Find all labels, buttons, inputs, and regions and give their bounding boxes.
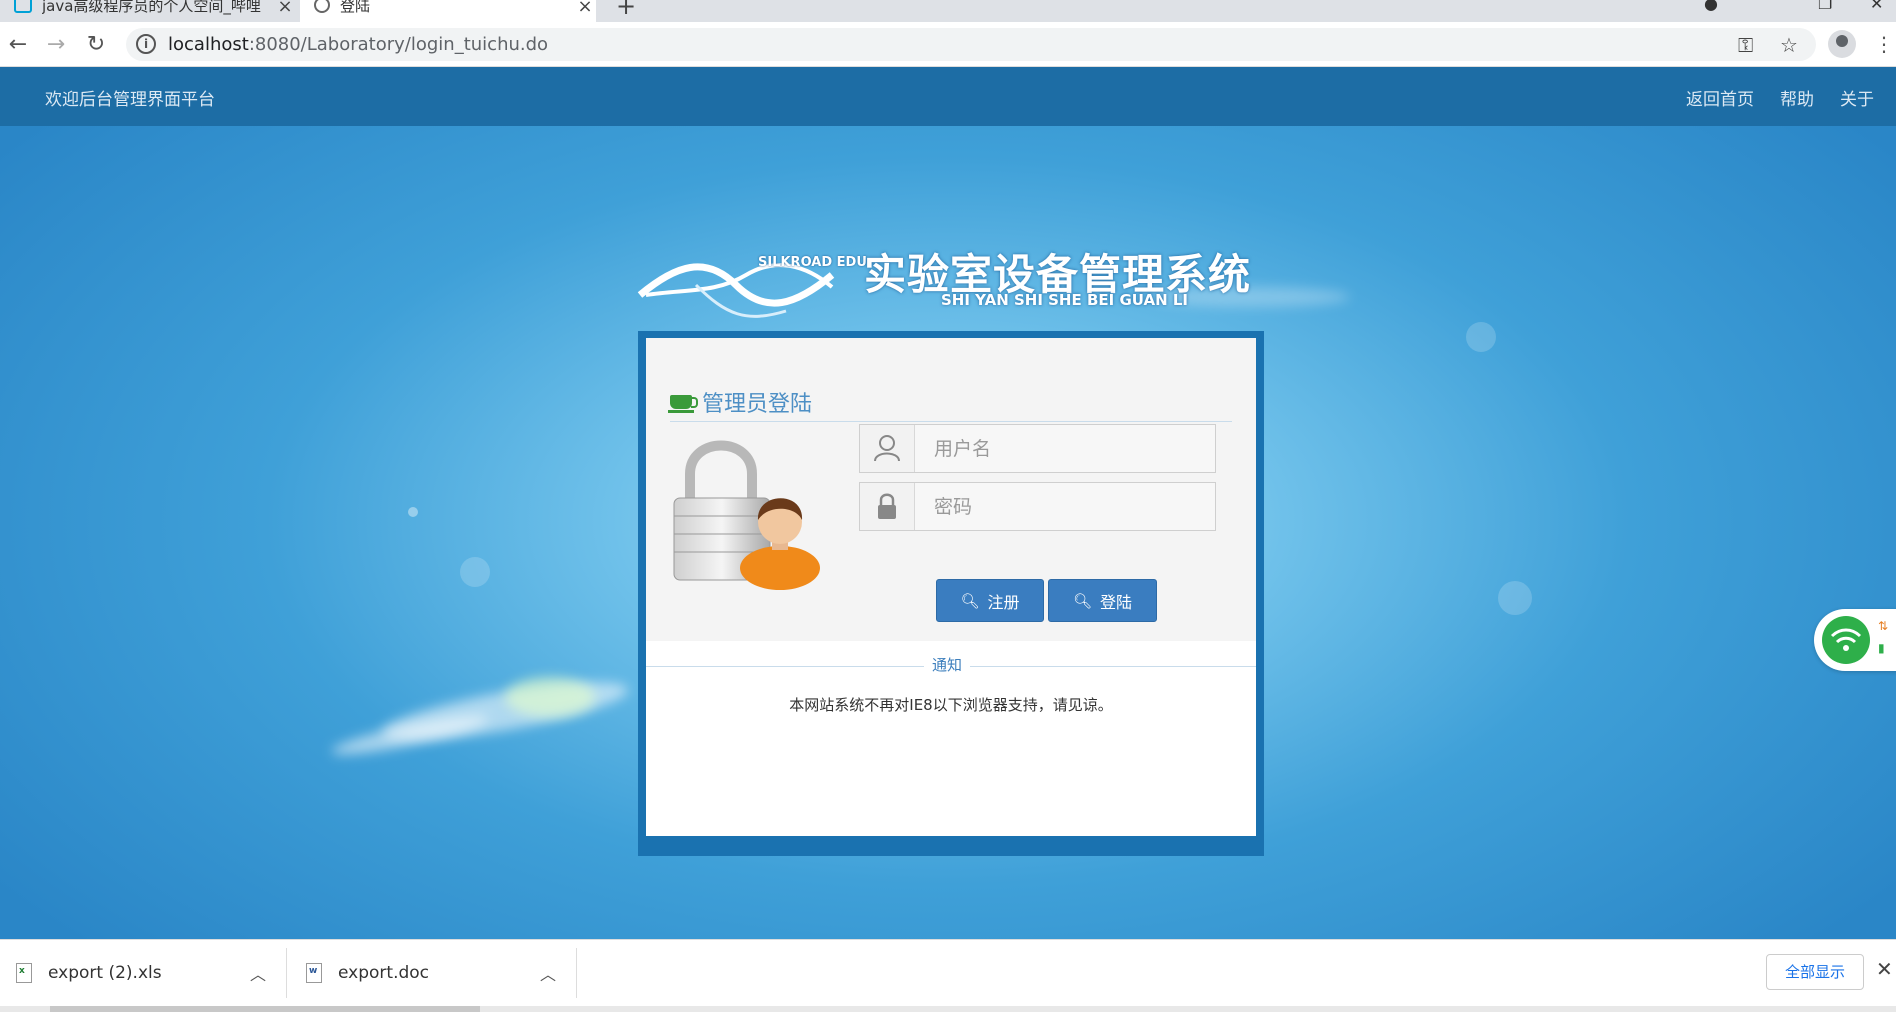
- decor-bubble: [460, 557, 490, 587]
- upload-arrow-icon: ⇅: [1878, 619, 1889, 633]
- url-host: localhost: [168, 34, 249, 55]
- battery-icon: ▮: [1878, 641, 1885, 655]
- password-field: [859, 482, 1216, 531]
- logo-edu-text: SILKROAD EDU: [758, 255, 867, 270]
- doc-file-icon: [306, 962, 322, 983]
- profile-avatar-icon[interactable]: [1828, 30, 1856, 58]
- url-text[interactable]: localhost:8080/Laboratory/login_tuichu.d…: [168, 34, 548, 55]
- coffee-cup-icon: [668, 395, 698, 413]
- downloads-bar: export (2).xls ︿ export.doc ︿ 全部显示 ✕: [0, 939, 1896, 1012]
- register-button[interactable]: 🔍︎ 注册: [936, 579, 1044, 622]
- forward-arrow-icon[interactable]: →: [42, 31, 70, 59]
- menu-kebab-icon[interactable]: ⋮: [1874, 32, 1894, 56]
- horizontal-scrollbar[interactable]: [0, 1006, 1896, 1012]
- download-separator: [286, 948, 287, 998]
- download-item[interactable]: export (2).xls ︿: [16, 940, 272, 1005]
- system-logo: SILKROAD EDU 实验室设备管理系统 SHI YAN SHI SHE B…: [636, 235, 1276, 335]
- close-window-icon[interactable]: ✕: [1870, 0, 1883, 13]
- browser-toolbar: ← → ↻ i localhost:8080/Laboratory/login_…: [0, 22, 1896, 67]
- login-button[interactable]: 🔍︎ 登陆: [1048, 579, 1157, 622]
- key-icon: 🔍︎: [1072, 591, 1093, 610]
- key-icon: 🔍︎: [960, 591, 980, 610]
- lock-icon: [860, 483, 915, 530]
- reload-icon[interactable]: ↻: [82, 31, 110, 59]
- network-widget[interactable]: ⇅ ▮: [1814, 609, 1896, 671]
- nav-link-about[interactable]: 关于: [1840, 85, 1874, 110]
- register-button-label: 注册: [987, 592, 1020, 612]
- xls-file-icon: [16, 962, 32, 983]
- login-panel: 管理员登陆 用户名 🔍︎ 注册 🔍︎ 登陆 通知 本网站系统不再对IE8以下浏览…: [646, 338, 1256, 836]
- download-item[interactable]: export.doc ︿: [306, 940, 562, 1005]
- address-bar[interactable]: i localhost:8080/Laboratory/login_tuichu…: [126, 28, 1816, 61]
- decor-cloud: [505, 677, 595, 717]
- close-tab-icon[interactable]: ×: [574, 0, 596, 17]
- username-field: [859, 424, 1216, 473]
- admin-lock-user-icon: [673, 440, 820, 590]
- close-tab-icon[interactable]: ×: [274, 0, 296, 17]
- scrollbar-thumb[interactable]: [50, 1006, 480, 1012]
- platform-welcome: 欢迎后台管理界面平台: [45, 90, 215, 110]
- nav-links: 返回首页 帮助 关于: [1686, 85, 1874, 110]
- url-path: :8080/Laboratory/login_tuichu.do: [248, 34, 549, 55]
- login-form-area: 管理员登陆 用户名 🔍︎ 注册 🔍︎ 登陆: [646, 338, 1256, 641]
- globe-favicon-icon: [314, 0, 330, 13]
- decor-bubble: [408, 507, 418, 517]
- system-subtitle: SHI YAN SHI SHE BEI GUAN LI: [941, 291, 1188, 309]
- decor-bubble: [1498, 581, 1532, 615]
- back-arrow-icon[interactable]: ←: [4, 31, 32, 59]
- decor-bubble: [1466, 322, 1496, 352]
- notice-label: 通知: [924, 654, 971, 675]
- bookmark-star-icon[interactable]: ☆: [1780, 33, 1798, 57]
- page-content: 欢迎后台管理界面平台 返回首页 帮助 关于 SILKROAD EDU 实验室设备…: [0, 67, 1896, 939]
- close-downloads-icon[interactable]: ✕: [1876, 957, 1893, 981]
- browser-tab-login[interactable]: 登陆 ×: [300, 0, 596, 22]
- login-button-label: 登陆: [1100, 592, 1133, 612]
- username-input[interactable]: [916, 425, 1214, 472]
- tab-title: java高级程序员的个人空间_哔哩: [42, 0, 261, 15]
- new-tab-icon[interactable]: +: [616, 0, 636, 20]
- download-filename: export.doc: [338, 962, 430, 983]
- restore-window-icon[interactable]: ❐: [1818, 0, 1832, 13]
- top-nav-bar: 欢迎后台管理界面平台 返回首页 帮助 关于: [0, 67, 1896, 126]
- notice-text: 本网站系统不再对IE8以下浏览器支持，请见谅。: [789, 696, 1113, 714]
- tab-strip: java高级程序员的个人空间_哔哩 × 登陆 × + ● ❐ ✕: [0, 0, 1896, 22]
- nav-link-home[interactable]: 返回首页: [1686, 85, 1754, 110]
- tab-title: 登陆: [340, 0, 371, 15]
- site-info-icon[interactable]: i: [136, 34, 156, 54]
- user-icon: [860, 425, 915, 472]
- chevron-up-icon[interactable]: ︿: [250, 961, 266, 985]
- account-circle-icon[interactable]: ●: [1704, 0, 1718, 13]
- key-icon[interactable]: ⚿: [1738, 33, 1753, 57]
- login-title-text: 管理员登陆: [702, 392, 813, 417]
- download-separator: [576, 948, 577, 998]
- show-all-downloads-button[interactable]: 全部显示: [1766, 954, 1864, 990]
- login-frame: 管理员登陆 用户名 🔍︎ 注册 🔍︎ 登陆 通知 本网站系统不再对IE8以下浏览…: [638, 331, 1264, 856]
- download-filename: export (2).xls: [48, 962, 162, 983]
- bilibili-favicon-icon: [14, 0, 32, 13]
- nav-link-help[interactable]: 帮助: [1780, 85, 1814, 110]
- title-divider: [670, 421, 1232, 422]
- login-title: 管理员登陆: [668, 386, 813, 418]
- browser-tab-bilibili[interactable]: java高级程序员的个人空间_哔哩 ×: [0, 0, 296, 22]
- chevron-up-icon[interactable]: ︿: [540, 961, 556, 985]
- wifi-icon: [1822, 616, 1870, 664]
- password-input[interactable]: [916, 483, 1214, 530]
